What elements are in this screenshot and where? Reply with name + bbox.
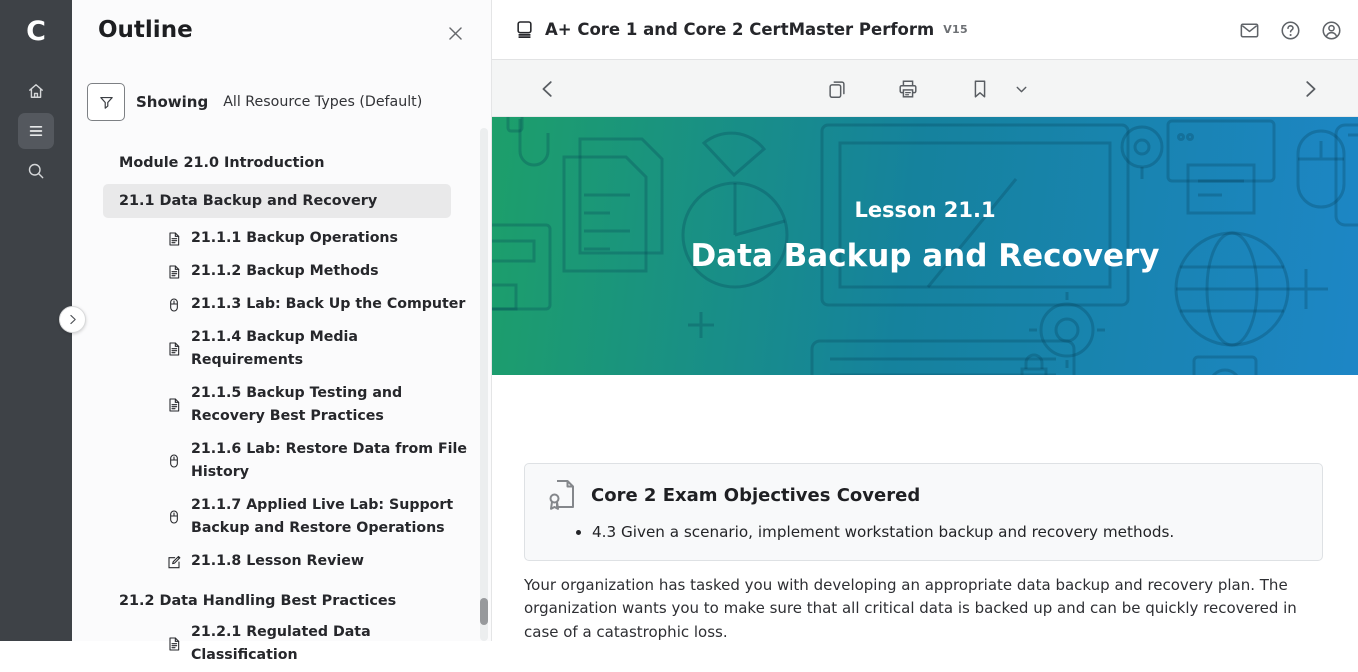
exam-objectives-header: Core 2 Exam Objectives Covered: [547, 479, 1298, 512]
outline-menu-button[interactable]: [18, 113, 54, 149]
outline-scrollbar-track: [480, 128, 488, 641]
panel-collapse-button[interactable]: [59, 306, 86, 333]
document-icon: [166, 230, 182, 248]
next-page-button[interactable]: [1294, 73, 1326, 105]
close-icon: [446, 24, 465, 43]
outline-item-21-1-3[interactable]: 21.1.3 Lab: Back Up the Computer: [72, 288, 492, 321]
help-icon: [1279, 19, 1302, 42]
filter-button[interactable]: [87, 83, 125, 121]
exam-objective-item: 4.3 Given a scenario, implement workstat…: [592, 521, 1298, 544]
account-button[interactable]: [1318, 17, 1344, 43]
outline-title: Outline: [98, 17, 193, 43]
comptia-logo: C: [0, 10, 72, 54]
outline-panel: Outline Showing All Resource Types (Defa…: [72, 0, 492, 641]
exam-objectives-title: Core 2 Exam Objectives Covered: [591, 485, 920, 506]
chevron-right-icon: [66, 313, 79, 326]
home-icon: [26, 81, 46, 101]
lesson-toolbar: [492, 60, 1358, 117]
document-icon: [166, 340, 182, 358]
help-button[interactable]: [1277, 17, 1303, 43]
home-button[interactable]: [18, 73, 54, 109]
search-icon: [26, 161, 46, 181]
funnel-icon: [98, 94, 115, 111]
outline-item-21-1-1[interactable]: 21.1.1 Backup Operations: [72, 222, 492, 255]
account-icon: [1320, 19, 1343, 42]
outline-item-21-1-8[interactable]: 21.1.8 Lesson Review: [72, 545, 492, 578]
filter-value: All Resource Types (Default): [223, 94, 422, 110]
print-button[interactable]: [892, 73, 924, 105]
course-header: A+ Core 1 and Core 2 CertMaster Perform …: [492, 0, 1358, 60]
chevron-left-icon: [537, 78, 559, 100]
mail-icon: [1238, 19, 1261, 42]
document-icon: [166, 635, 182, 653]
bookmark-dropdown-button[interactable]: [1005, 73, 1037, 105]
bookmark-button[interactable]: [964, 73, 996, 105]
outline-item-21-1-5[interactable]: 21.1.5 Backup Testing and Recovery Best …: [72, 377, 492, 433]
banner-text: Lesson 21.1 Data Backup and Recovery: [492, 117, 1358, 375]
outline-item-21-1-2[interactable]: 21.1.2 Backup Methods: [72, 255, 492, 288]
outline-list: Module 21.0 Introduction 21.1 Data Backu…: [72, 148, 492, 672]
lesson-number: Lesson 21.1: [854, 198, 995, 222]
mail-button[interactable]: [1236, 17, 1262, 43]
outline-close-button[interactable]: [441, 19, 469, 47]
exam-objectives-box: Core 2 Exam Objectives Covered 4.3 Given…: [524, 463, 1323, 561]
main-content: A+ Core 1 and Core 2 CertMaster Perform …: [492, 0, 1358, 641]
print-icon: [897, 78, 919, 100]
lesson-banner: Lesson 21.1 Data Backup and Recovery: [492, 117, 1358, 375]
outline-item-21-1-7[interactable]: 21.1.7 Applied Live Lab: Support Backup …: [72, 489, 492, 545]
lesson-title: Data Backup and Recovery: [690, 238, 1159, 274]
book-icon: [515, 19, 534, 40]
course-version: V15: [943, 23, 968, 36]
outline-item-21-1-4[interactable]: 21.1.4 Backup Media Requirements: [72, 321, 492, 377]
exam-objectives-list: 4.3 Given a scenario, implement workstat…: [592, 521, 1298, 544]
copy-button[interactable]: [821, 73, 853, 105]
copy-icon: [826, 78, 848, 100]
outline-item-module-21-0[interactable]: Module 21.0 Introduction: [72, 148, 492, 178]
chevron-right-icon: [1299, 78, 1321, 100]
document-icon: [166, 263, 182, 281]
outline-item-21-1-selected[interactable]: 21.1 Data Backup and Recovery: [103, 184, 451, 218]
mouse-icon: [166, 508, 182, 526]
chevron-down-icon: [1013, 81, 1030, 98]
bookmark-icon: [969, 78, 991, 100]
lesson-intro-paragraph: Your organization has tasked you with de…: [524, 574, 1316, 644]
outline-item-21-2-1[interactable]: 21.2.1 Regulated Data Classification: [72, 616, 492, 672]
search-button[interactable]: [18, 153, 54, 189]
menu-icon: [26, 121, 46, 141]
course-title: A+ Core 1 and Core 2 CertMaster Perform: [545, 20, 934, 39]
mouse-icon: [166, 452, 182, 470]
mouse-icon: [166, 296, 182, 314]
outline-item-module-21-2[interactable]: 21.2 Data Handling Best Practices: [72, 586, 492, 616]
edit-icon: [166, 553, 182, 571]
document-icon: [166, 396, 182, 414]
filter-row: Showing All Resource Types (Default): [87, 83, 422, 121]
filter-label: Showing: [136, 93, 208, 111]
certificate-icon: [547, 479, 577, 512]
outline-item-21-1-6[interactable]: 21.1.6 Lab: Restore Data from File Histo…: [72, 433, 492, 489]
outline-scrollbar-thumb[interactable]: [480, 598, 488, 625]
previous-page-button[interactable]: [532, 73, 564, 105]
header-actions: [1236, 0, 1344, 60]
